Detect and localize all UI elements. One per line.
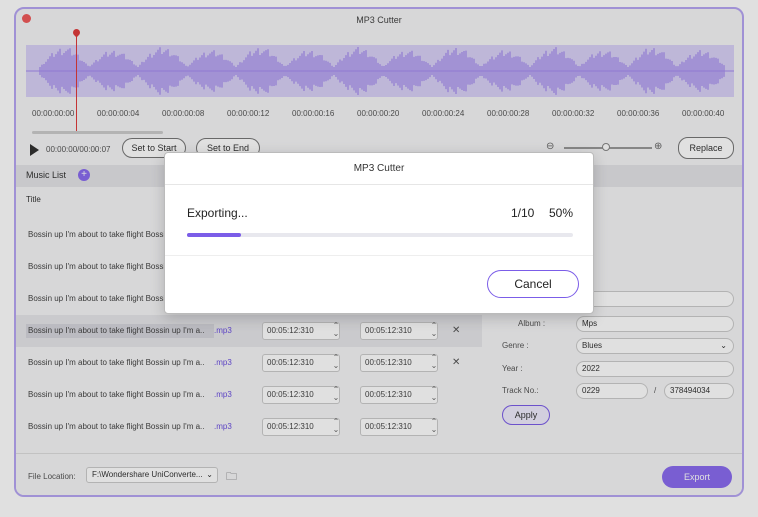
dialog-divider [165,255,593,256]
export-status: Exporting... [187,206,248,220]
cancel-button[interactable]: Cancel [487,270,579,298]
progress-bar-fill [187,233,242,237]
dialog-title: MP3 Cutter [165,153,593,185]
export-count: 1/10 [511,206,535,220]
progress-bar [187,233,573,237]
export-percent: 50% [549,206,574,220]
export-dialog: MP3 Cutter Exporting... 1/10 50% Cancel [164,152,594,314]
